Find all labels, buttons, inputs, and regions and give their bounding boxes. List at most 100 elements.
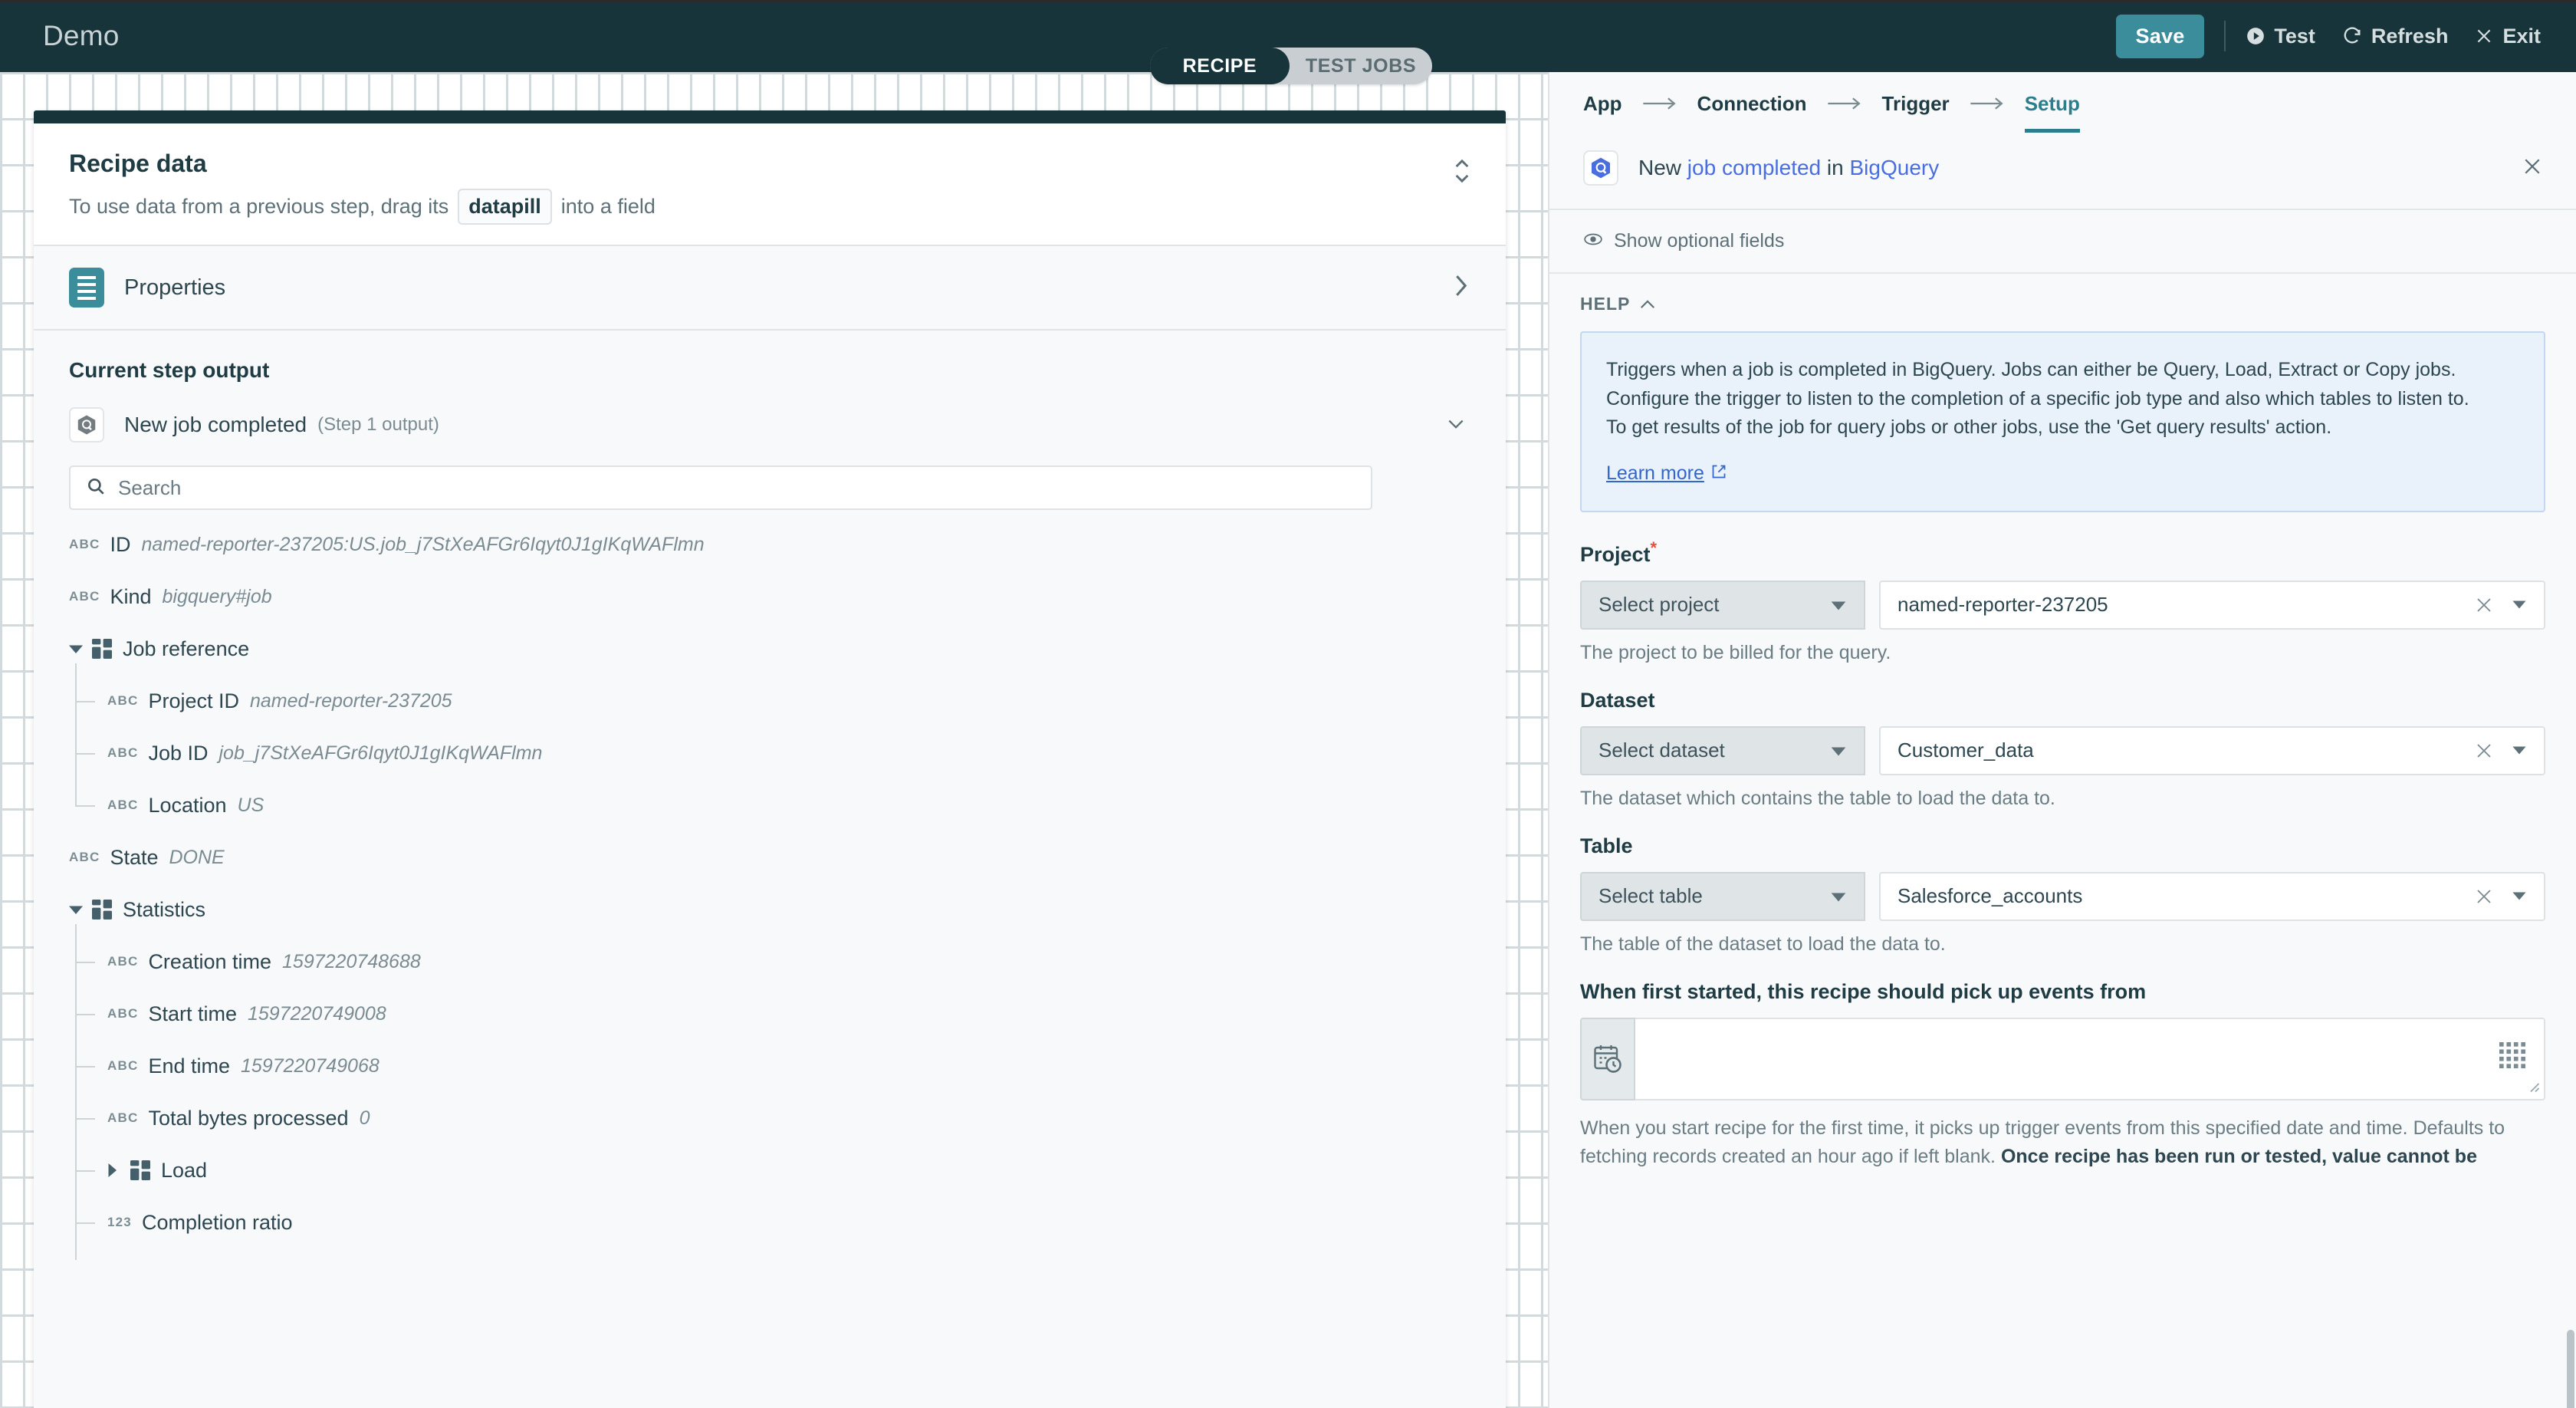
resize-handle[interactable]	[2526, 1079, 2540, 1097]
datapill-chip[interactable]: datapill	[458, 189, 552, 225]
recipe-testjobs-tabs: RECIPE TEST JOBS	[1150, 48, 1432, 84]
refresh-button-label: Refresh	[2371, 25, 2449, 48]
current-step-output-section: Current step output New job completed (S…	[34, 331, 1506, 1408]
tree-node-name: ID	[110, 533, 130, 557]
exit-button-label: Exit	[2502, 25, 2541, 48]
collapse-expand-icon[interactable]	[1451, 154, 1474, 192]
tree-node-type: ABC	[107, 1058, 138, 1074]
tree-node-type: ABC	[107, 693, 138, 709]
search-box[interactable]	[69, 465, 1372, 510]
clear-icon[interactable]	[2475, 887, 2493, 906]
help-paragraph-2: To get results of the job for query jobs…	[1606, 413, 2519, 442]
object-icon	[92, 639, 112, 659]
properties-row[interactable]: Properties	[34, 246, 1506, 331]
field-label: Table	[1580, 834, 2545, 858]
show-optional-fields-label: Show optional fields	[1614, 230, 1784, 252]
tree-leaf-row[interactable]: ABCJob IDjob_j7StXeAFGr6Iqyt0J1gIKqWAFlm…	[69, 739, 1470, 768]
recipe-canvas: Recipe data To use data from a previous …	[0, 72, 1548, 1408]
properties-icon	[69, 268, 104, 308]
tree-leaf-row[interactable]: ABCTotal bytes processed0	[69, 1104, 1470, 1133]
calendar-clock-icon	[1580, 1018, 1635, 1100]
search-input[interactable]	[118, 476, 1345, 500]
help-label-text: HELP	[1580, 294, 1630, 314]
refresh-button[interactable]: Refresh	[2341, 25, 2449, 48]
step-nav-trigger[interactable]: Trigger	[1882, 92, 1950, 133]
test-button[interactable]: Test	[2246, 25, 2315, 48]
caret-down-icon	[1830, 884, 1847, 908]
step-nav-connection[interactable]: Connection	[1697, 92, 1807, 133]
subtitle-before: To use data from a previous step, drag i…	[69, 195, 449, 219]
field-row: Select table Salesforce_accounts	[1580, 872, 2545, 921]
learn-more-link[interactable]: Learn more	[1606, 462, 1727, 485]
tree-group-row[interactable]: Job reference	[69, 634, 1470, 663]
refresh-icon	[2341, 25, 2363, 47]
caret-down-icon[interactable]	[2512, 600, 2527, 610]
datapill-tree: ABCIDnamed-reporter-237205:US.job_j7StXe…	[69, 530, 1470, 1237]
field-value-input[interactable]: named-reporter-237205	[1879, 581, 2545, 630]
chevron-right-icon[interactable]	[1452, 273, 1469, 303]
clear-icon[interactable]	[2475, 596, 2493, 614]
datetime-input-row[interactable]	[1580, 1018, 2545, 1100]
tab-test-jobs[interactable]: TEST JOBS	[1290, 48, 1432, 84]
trigger-title-app[interactable]: BigQuery	[1850, 156, 1940, 179]
clear-icon[interactable]	[2475, 742, 2493, 760]
vertical-scrollbar[interactable]	[2567, 1330, 2574, 1408]
exit-button[interactable]: Exit	[2474, 25, 2541, 48]
tree-leaf-row[interactable]: ABCIDnamed-reporter-237205:US.job_j7StXe…	[69, 530, 1470, 559]
tab-recipe[interactable]: RECIPE	[1150, 48, 1290, 84]
tree-group-row[interactable]: Load	[69, 1156, 1470, 1185]
field-mode-select[interactable]: Select table	[1580, 872, 1865, 921]
chevron-down-icon[interactable]	[1446, 416, 1466, 435]
field-value-input[interactable]: Salesforce_accounts	[1879, 872, 2545, 921]
tree-leaf-row[interactable]: ABCKindbigquery#job	[69, 582, 1470, 611]
current-step-output-label: Current step output	[69, 358, 1470, 383]
tree-leaf-row[interactable]: ABCStateDONE	[69, 843, 1470, 872]
field-label-text: Dataset	[1580, 689, 1655, 712]
close-icon[interactable]	[2521, 155, 2544, 182]
tree-node-value: 1597220749068	[241, 1055, 380, 1077]
bigquery-icon	[1583, 150, 1618, 186]
close-x-icon	[2474, 26, 2494, 46]
tree-leaf-row[interactable]: ABCEnd time1597220749068	[69, 1051, 1470, 1081]
field-mode-select[interactable]: Select project	[1580, 581, 1865, 630]
tree-leaf-row[interactable]: ABCStart time1597220749008	[69, 999, 1470, 1028]
step-breadcrumb: App Connection Trigger Setup	[1549, 72, 2576, 132]
step-nav-app[interactable]: App	[1583, 92, 1622, 133]
step-nav-setup[interactable]: Setup	[2025, 92, 2080, 133]
tree-leaf-row[interactable]: ABCProject IDnamed-reporter-237205	[69, 686, 1470, 716]
search-icon	[86, 476, 106, 500]
caret-down-icon[interactable]	[2512, 891, 2527, 901]
tree-node-value: 1597220749008	[248, 1003, 386, 1025]
tree-node-type: ABC	[107, 1006, 138, 1021]
field-value-text: Salesforce_accounts	[1898, 884, 2475, 908]
caret-right-icon[interactable]	[107, 1163, 124, 1177]
learn-more-label: Learn more	[1606, 462, 1704, 485]
field-mode-select[interactable]: Select dataset	[1580, 726, 1865, 775]
datetime-field: When first started, this recipe should p…	[1549, 980, 2576, 1172]
tree-node-value: 0	[360, 1107, 370, 1130]
tree-node-name: Total bytes processed	[148, 1107, 348, 1130]
setup-form: Project*Select projectnamed-reporter-237…	[1549, 512, 2576, 956]
caret-down-icon[interactable]	[69, 644, 86, 653]
field-value-text: Customer_data	[1898, 739, 2475, 762]
tree-node-name: Job ID	[148, 742, 208, 765]
help-toggle[interactable]: HELP	[1580, 294, 2545, 314]
tree-node-type: ABC	[107, 798, 138, 813]
tree-leaf-row[interactable]: ABCLocationUS	[69, 791, 1470, 820]
step-output-row[interactable]: New job completed (Step 1 output)	[69, 407, 1470, 442]
caret-down-icon	[1830, 739, 1847, 762]
datapill-grid-icon[interactable]	[2499, 1042, 2525, 1072]
show-optional-fields-button[interactable]: Show optional fields	[1549, 210, 2576, 274]
field-label-text: Project	[1580, 543, 1651, 566]
caret-down-icon[interactable]	[69, 905, 86, 914]
external-link-icon	[1711, 462, 1727, 485]
trigger-title-link[interactable]: job completed	[1687, 156, 1821, 179]
caret-down-icon[interactable]	[2512, 745, 2527, 755]
field-value-input[interactable]: Customer_data	[1879, 726, 2545, 775]
tree-group-row[interactable]: Statistics	[69, 895, 1470, 924]
datetime-input[interactable]	[1635, 1018, 2545, 1100]
tree-node-value: bigquery#job	[162, 586, 271, 608]
save-button[interactable]: Save	[2116, 15, 2205, 58]
tree-leaf-row[interactable]: 123Completion ratio	[69, 1208, 1470, 1237]
tree-leaf-row[interactable]: ABCCreation time1597220748688	[69, 947, 1470, 976]
